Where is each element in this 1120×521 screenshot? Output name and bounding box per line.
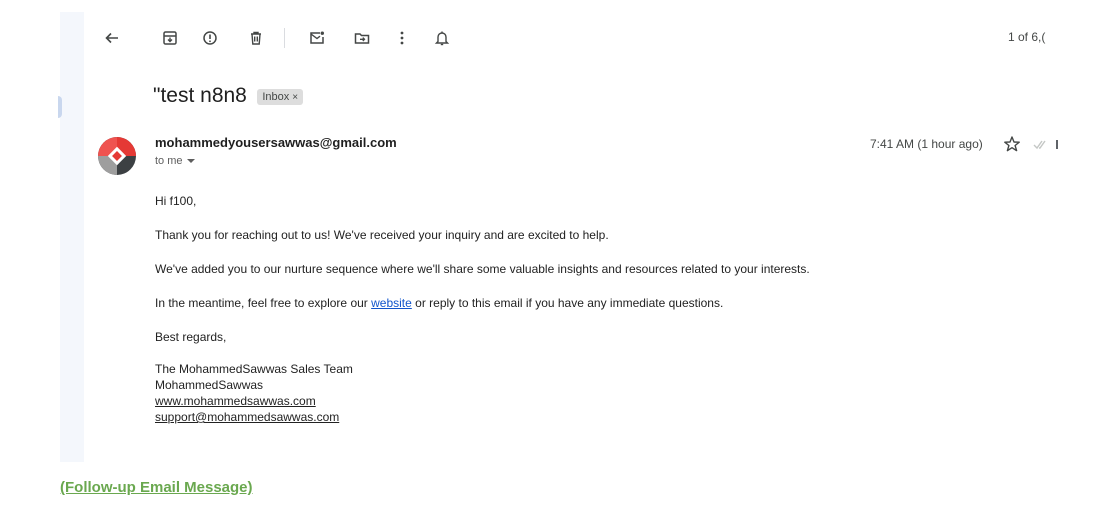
pagination-count: 1 of 6,(	[1008, 30, 1046, 44]
archive-button[interactable]	[156, 24, 184, 52]
back-arrow-icon	[105, 32, 118, 44]
email-timestamp: 7:41 AM (1 hour ago)	[870, 137, 983, 151]
move-to-button[interactable]	[348, 24, 376, 52]
delete-icon	[251, 31, 261, 45]
panel-left-edge	[60, 12, 84, 462]
signature-team: The MohammedSawwas Sales Team	[155, 362, 353, 376]
report-spam-icon	[203, 31, 217, 45]
more-options-icon	[400, 31, 404, 45]
remove-label-icon[interactable]: ×	[292, 92, 298, 103]
body-paragraph-2: We've added you to our nurture sequence …	[155, 262, 810, 276]
back-button[interactable]	[98, 24, 126, 52]
signature-email-link[interactable]: support@mohammedsawwas.com	[155, 409, 339, 425]
emoji-reaction-icon[interactable]	[1032, 136, 1050, 152]
report-spam-button[interactable]	[196, 24, 224, 52]
signature-website-link[interactable]: www.mohammedsawwas.com	[155, 393, 316, 409]
figure-caption: (Follow-up Email Message)	[60, 479, 253, 496]
website-link[interactable]: website	[371, 296, 412, 310]
mark-unread-icon	[310, 31, 324, 44]
body-paragraph-1: Thank you for reaching out to us! We've …	[155, 228, 609, 242]
more-options-button[interactable]	[388, 24, 416, 52]
signature-company: MohammedSawwas	[155, 378, 264, 392]
toolbar-divider	[284, 28, 285, 48]
email-subject: "test n8n8	[153, 84, 247, 107]
sender-email[interactable]: mohammedyousersawwas@gmail.com	[155, 135, 397, 150]
delete-button[interactable]	[242, 24, 270, 52]
recipient-details-toggle[interactable]: to me	[155, 155, 195, 167]
snooze-icon	[434, 31, 450, 46]
star-icon[interactable]	[1003, 135, 1021, 153]
message-more-icon[interactable]	[1056, 140, 1058, 149]
inbox-label-text: Inbox	[262, 91, 290, 103]
closing-line: Best regards,	[155, 330, 227, 344]
mark-unread-button[interactable]	[303, 24, 331, 52]
chevron-down-icon	[186, 159, 195, 163]
paragraph-3-tail: or reply to this email if you have any i…	[411, 296, 724, 310]
subject-row: "test n8n8 Inbox ×	[153, 84, 304, 114]
side-scroll-indicator[interactable]	[58, 96, 62, 118]
snooze-button[interactable]	[428, 24, 456, 52]
sender-avatar[interactable]	[97, 136, 137, 176]
inbox-label-chip[interactable]: Inbox ×	[257, 89, 304, 105]
recipient-text: to me	[155, 155, 183, 167]
paragraph-3-lead: In the meantime, feel free to explore ou…	[155, 296, 372, 310]
archive-icon	[163, 31, 177, 45]
greeting-line: Hi f100,	[155, 194, 197, 208]
body-paragraph-3: In the meantime, feel free to explore ou…	[155, 296, 723, 310]
sender-logo-icon	[98, 137, 136, 175]
move-to-icon	[354, 33, 370, 44]
page: 1 of 6,( "test n8n8 Inbox × mohammedyouse…	[0, 0, 1120, 521]
